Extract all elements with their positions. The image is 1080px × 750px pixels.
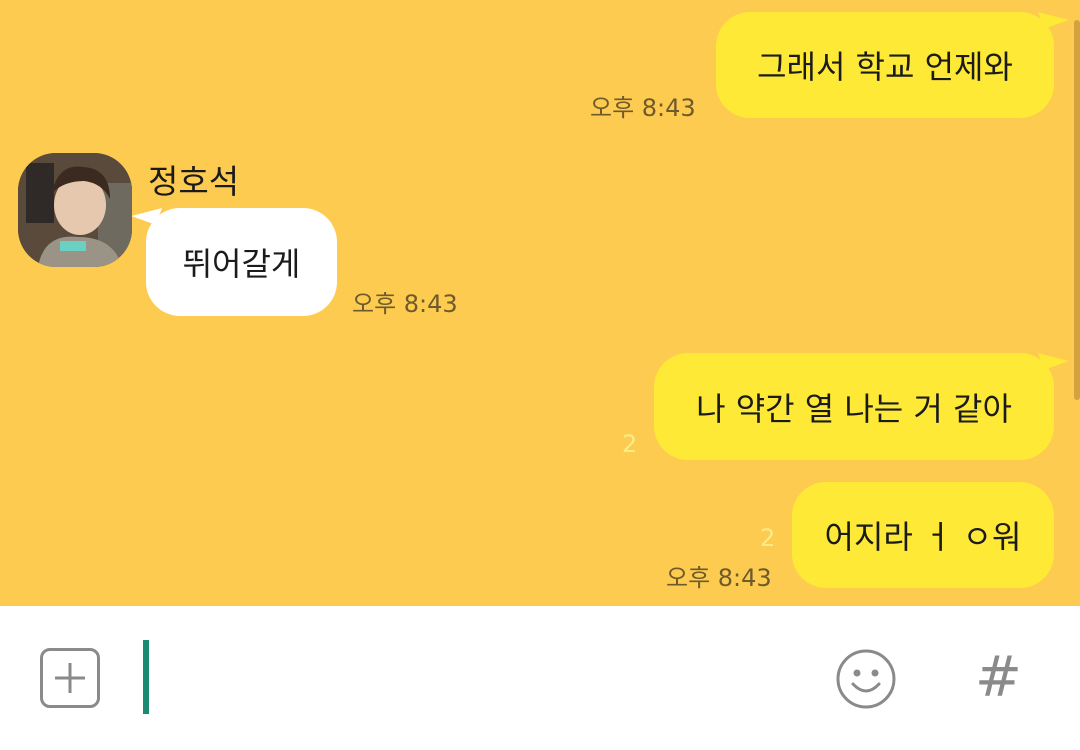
message-input[interactable] (160, 640, 804, 716)
message-text: 어지라 ㅓ ㅇ워 (824, 518, 1022, 556)
chat-area[interactable]: 그래서 학교 언제와 오후 8:43 정호석 뛰어갈게 오후 8:43 나 약간… (0, 0, 1080, 606)
message-text: 그래서 학교 언제와 (757, 48, 1013, 86)
hashtag-button[interactable]: # (975, 646, 1022, 710)
emoji-button[interactable] (835, 648, 897, 710)
message-text: 나 약간 열 나는 거 같아 (696, 389, 1012, 428)
message-time: 오후 8:43 (666, 564, 772, 592)
message-time: 오후 8:43 (352, 290, 458, 318)
my-message-bubble[interactable]: 그래서 학교 언제와 (716, 3, 1069, 118)
message-text: 뛰어갈게 (182, 245, 301, 283)
bubble-tail (1038, 3, 1069, 29)
message-time: 오후 8:43 (590, 94, 696, 122)
unread-count: 2 (622, 430, 638, 458)
bubble-tail (1038, 344, 1069, 370)
my-message-bubble[interactable]: 나 약간 열 나는 거 같아 (654, 344, 1069, 460)
my-message-bubble[interactable]: 어지라 ㅓ ㅇ워 (792, 482, 1054, 588)
plus-icon (55, 663, 85, 693)
avatar[interactable] (18, 153, 132, 267)
attach-button[interactable] (40, 648, 100, 708)
scrollbar[interactable] (1074, 20, 1080, 400)
sender-name: 정호석 (148, 162, 240, 201)
smiley-face-icon (836, 649, 896, 709)
hashtag-icon: # (975, 645, 1022, 710)
unread-count: 2 (760, 524, 776, 552)
received-message-bubble[interactable]: 뛰어갈게 (131, 199, 337, 316)
profile-photo (18, 153, 132, 267)
text-cursor (143, 640, 149, 714)
